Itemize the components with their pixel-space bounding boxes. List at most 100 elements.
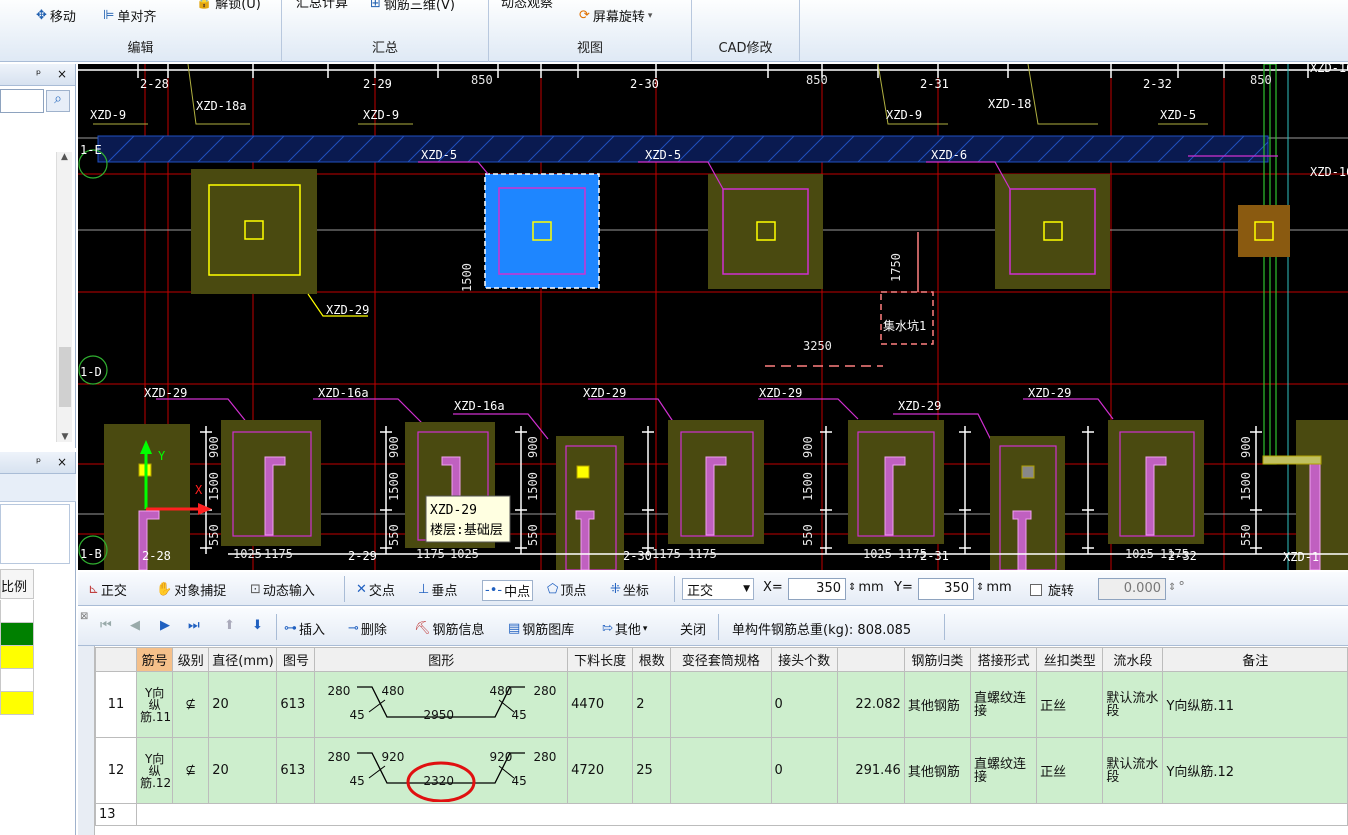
table-cell[interactable] [136,803,1348,826]
search-input[interactable] [0,89,44,113]
move-up-button[interactable]: ⬆ [224,618,235,633]
midpoint-snap[interactable]: -•- 中点 [482,580,534,601]
table-cell-sleeve[interactable] [670,671,772,738]
table-cell-joints[interactable]: 0 [770,737,838,804]
table-cell-class[interactable]: 其他钢筋 [903,737,972,804]
y-coord-input[interactable]: 350 [918,578,974,600]
next-record-button[interactable]: ▶ [160,618,170,633]
table-cell-joints[interactable]: 0 [770,671,838,738]
scroll-thumb[interactable] [59,347,71,407]
table-cell-thread[interactable]: 正丝 [1036,671,1104,738]
delete-button[interactable]: ⊸ 删除 [348,619,387,638]
move-down-button[interactable]: ⬇ [252,618,263,633]
object-snap-toggle[interactable]: ✋ 对象捕捉 [156,580,226,599]
close-icon[interactable]: × [57,455,67,469]
table-cell-cut[interactable]: 4720 [567,737,634,804]
table-row[interactable]: 12 Y向纵筋.12 ⊈ 20 613 280 920 45 2320 920 280 45 4720 2… [94,737,1348,804]
table-cell-dia[interactable]: 20 [208,671,278,738]
table-row[interactable]: 11 Y向纵筋.11 ⊈ 20 613 280 480 45 2950 480 280 45 4470 2… [94,671,1348,738]
beam-label: XZD-18a [196,99,247,113]
table-cell-dia[interactable]: 20 [208,737,278,804]
y-spinner[interactable]: ⇕ mm [976,580,1012,595]
insert-button[interactable]: ⊶ 插入 [284,619,325,638]
table-cell-lap[interactable]: 直螺纹连接 [969,737,1038,804]
table-cell-note[interactable]: Y向纵筋.12 [1162,737,1348,804]
table-row[interactable]: 13 [94,803,1348,826]
beam-label: XZD-9 [90,108,126,122]
table-cell-note[interactable]: Y向纵筋.11 [1162,671,1348,738]
dynamic-observe-button[interactable]: 动态观察 [501,0,553,11]
angle-spinner[interactable]: ⇕ ° [1168,580,1185,595]
dynamic-input-toggle[interactable]: ⊡ 动态输入 [250,580,315,599]
table-cell-class[interactable]: 其他钢筋 [903,671,972,738]
vertex-snap[interactable]: ⬠ 顶点 [547,580,586,599]
col-header[interactable]: 图形 [314,647,569,672]
col-header[interactable]: 直径(mm) [208,647,278,672]
close-button[interactable]: 关闭 [680,619,706,638]
table-cell-thread[interactable]: 正丝 [1036,737,1104,804]
first-record-button[interactable]: ⏮ [100,618,112,633]
col-header[interactable]: 备注 [1162,647,1348,672]
move-button[interactable]: ✥ 移动 [36,6,76,25]
rebar-3d-button[interactable]: ⊞ 钢筋三维(V) [370,0,455,13]
table-cell-fig[interactable]: 613 [276,671,316,738]
table-cell-weight[interactable]: 291.46 [836,737,905,804]
table-cell-flow[interactable]: 默认流水段 [1102,737,1164,804]
col-header[interactable]: 下料长度 [567,647,634,672]
table-cell-sleeve[interactable] [670,737,772,804]
prev-record-button[interactable]: ◀ [130,618,140,633]
cad-drawing-canvas[interactable]: Y X 2-28 2-29 2-30 2-31 2-32 1-E 1-D 1-B 2-28 2-2… [78,64,1348,570]
rebar-info-button[interactable]: ⛏ 钢筋信息 [414,619,485,638]
table-cell-lap[interactable]: 直螺纹连接 [969,671,1038,738]
col-header[interactable] [836,647,905,672]
search-icon[interactable]: ⌕ [46,90,70,112]
panel-scrollbar[interactable]: ▲ ▼ [56,152,72,442]
table-cell-cut[interactable]: 4470 [567,671,634,738]
align-button[interactable]: ⊫ 单对齐 [103,6,156,25]
rebar-library-button[interactable]: ▤ 钢筋图库 [508,619,574,638]
close-icon[interactable]: × [57,67,67,81]
x-spinner[interactable]: ⇕ mm [848,580,884,595]
col-header[interactable]: 根数 [632,647,672,672]
table-cell-flow[interactable]: 默认流水段 [1102,671,1164,738]
col-header[interactable]: 变径套筒规格 [670,647,772,672]
col-header[interactable]: 流水段 [1102,647,1164,672]
intersection-snap[interactable]: ✕ 交点 [356,580,395,599]
summary-calc-button[interactable]: 汇总计算 [296,0,348,11]
col-header[interactable]: 接头个数 [770,647,838,672]
pin-icon[interactable]: ᵖ [36,455,41,469]
other-button[interactable]: ⇰ 其他 ▾ [602,619,647,638]
table-cell-count[interactable]: 2 [632,671,672,738]
last-record-button[interactable]: ⏭ [188,618,200,633]
coordinate-snap[interactable]: ⁜ 坐标 [610,580,649,599]
col-header[interactable]: 搭接形式 [969,647,1038,672]
table-cell-grade[interactable]: ⊈ [172,671,210,738]
table-cell-name[interactable]: Y向纵筋.12 [136,737,174,804]
x-coord-input[interactable]: 350 [788,578,846,600]
pin-icon[interactable]: ᵖ [36,67,41,81]
col-header[interactable]: 图号 [276,647,316,672]
table-cell-name[interactable]: Y向纵筋.11 [136,671,174,738]
table-cell-fig[interactable]: 613 [276,737,316,804]
rotate-angle-input[interactable]: 0.000 [1098,578,1166,600]
table-cell-weight[interactable]: 22.082 [836,671,905,738]
unlock-button[interactable]: 🔒 解锁(U) [196,0,261,12]
scroll-down-icon[interactable]: ▼ [57,432,73,442]
col-header[interactable]: 级别 [172,647,210,672]
mode-select[interactable]: 正交 ▼ [682,578,754,600]
screen-rotate-button[interactable]: ⟳ 屏幕旋转 ▾ [579,6,652,25]
scroll-up-icon[interactable]: ▲ [57,152,72,168]
col-header[interactable]: 丝扣类型 [1036,647,1104,672]
col-header[interactable]: 筋号 [136,647,174,672]
selected-foundation[interactable] [484,173,600,289]
rotate-checkbox[interactable]: 旋转 [1030,580,1074,599]
group-label-view: 视图 [576,41,603,56]
rebar-shape-cell[interactable]: 280 920 45 2320 920 280 45 [314,737,569,804]
table-cell-grade[interactable]: ⊈ [172,737,210,804]
lock-icon: 🔒 [196,0,213,10]
perpendicular-snap[interactable]: ⊥ 垂点 [418,580,457,599]
col-header[interactable]: 钢筋归类 [903,647,972,672]
rebar-shape-cell[interactable]: 280 480 45 2950 480 280 45 [314,671,569,738]
ortho-toggle[interactable]: ⊾ 正交 [88,580,127,599]
table-cell-count[interactable]: 25 [632,737,672,804]
